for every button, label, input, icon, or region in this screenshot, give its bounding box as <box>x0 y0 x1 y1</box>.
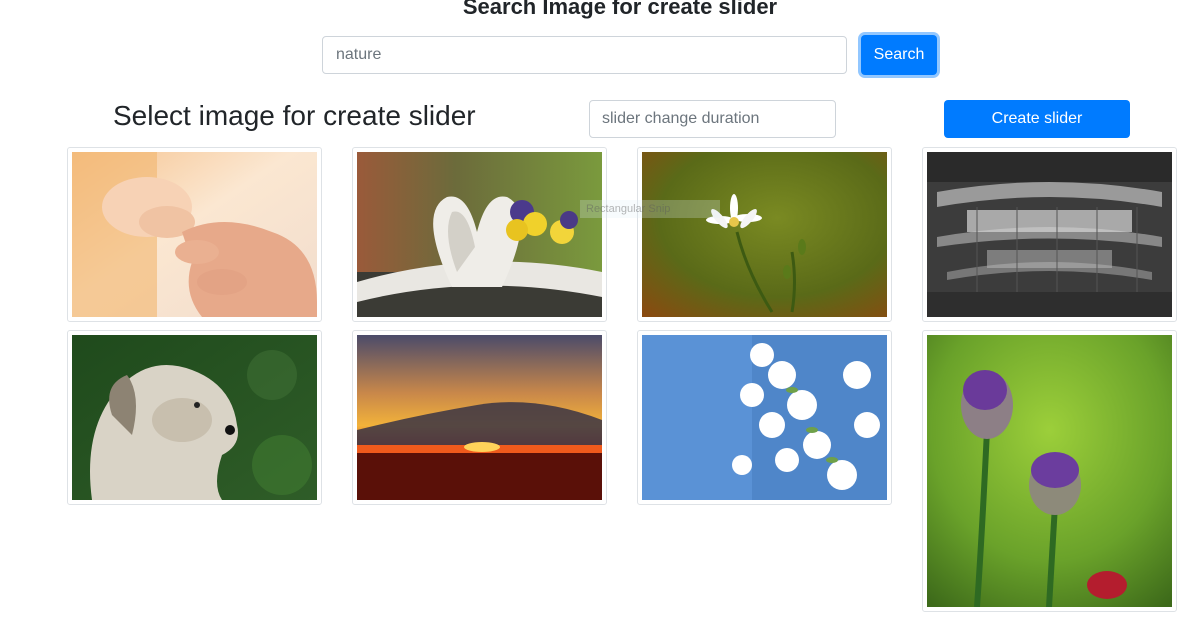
image-card[interactable] <box>922 330 1177 612</box>
image-sunset[interactable] <box>357 335 602 500</box>
image-card[interactable] <box>67 147 322 322</box>
image-card[interactable] <box>637 147 892 322</box>
image-card[interactable] <box>352 147 607 322</box>
image-book-heart[interactable] <box>357 152 602 317</box>
image-card[interactable] <box>637 330 892 505</box>
duration-input[interactable]: slider change duration <box>589 100 836 138</box>
image-card[interactable] <box>352 330 607 505</box>
image-allium[interactable] <box>927 335 1172 607</box>
create-slider-button[interactable]: Create slider <box>944 100 1130 138</box>
image-hands[interactable] <box>72 152 317 317</box>
slider-heading: Select image for create slider <box>113 100 476 131</box>
search-input[interactable]: nature <box>322 36 847 74</box>
image-blossom[interactable] <box>642 335 887 500</box>
image-card[interactable] <box>67 330 322 505</box>
rectangular-snip-overlay: Rectangular Snip <box>580 200 720 218</box>
image-dog[interactable] <box>72 335 317 500</box>
search-button[interactable]: Search <box>861 35 937 75</box>
image-abandoned-hall[interactable] <box>927 152 1172 317</box>
image-daisy[interactable] <box>642 152 887 317</box>
page-title: Search Image for create slider <box>462 0 778 19</box>
image-card[interactable] <box>922 147 1177 322</box>
